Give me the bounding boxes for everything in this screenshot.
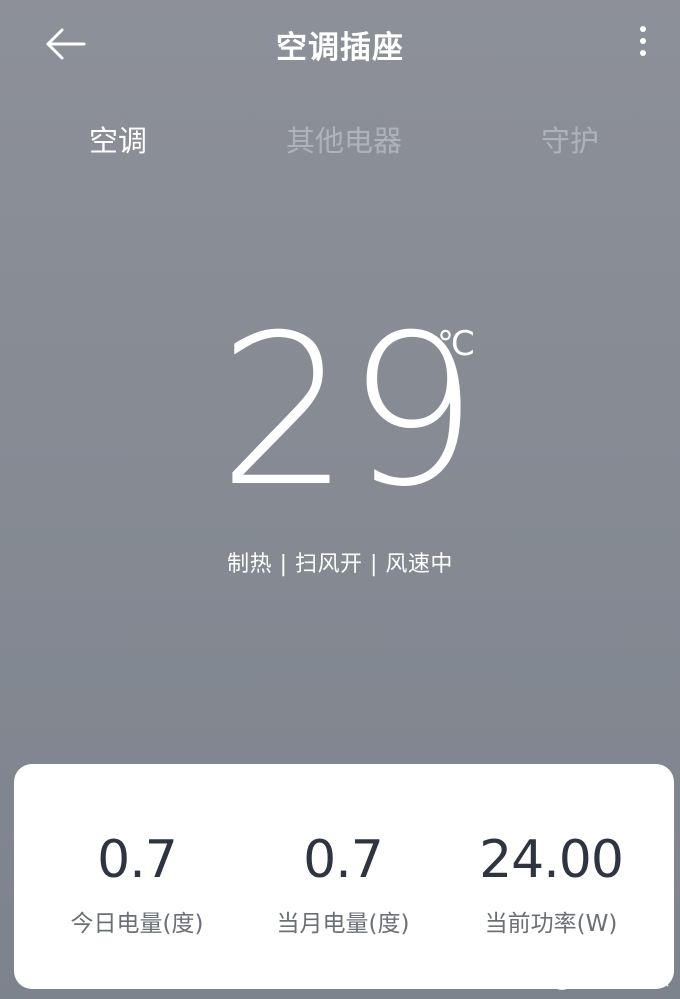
more-options-button[interactable] xyxy=(636,26,650,66)
tab-other-appliances[interactable]: 其他电器 xyxy=(264,118,424,160)
watermark-text: 什么值得买 xyxy=(580,969,670,990)
tab-air-conditioner[interactable]: 空调 xyxy=(38,118,198,160)
more-vertical-icon xyxy=(636,26,650,56)
stat-label: 今日电量(度) xyxy=(70,911,204,937)
watermark: 值 什么值得买 xyxy=(550,965,670,991)
stat-value: 24.00 xyxy=(479,830,624,890)
ac-mode-status: 制热 | 扫风开 | 风速中 xyxy=(227,552,453,577)
stat-value: 0.7 xyxy=(303,830,384,890)
temperature-display: 29 ℃ xyxy=(0,308,680,516)
stat-today-energy: 0.7 今日电量(度) xyxy=(32,830,242,938)
stat-value: 0.7 xyxy=(97,830,178,890)
stat-label: 当月电量(度) xyxy=(276,911,410,937)
page-title: 空调插座 xyxy=(276,30,404,66)
watermark-logo-icon: 值 xyxy=(550,966,574,990)
tab-guard[interactable]: 守护 xyxy=(490,118,650,160)
temperature-unit: ℃ xyxy=(437,324,476,364)
stat-current-power: 24.00 当前功率(W) xyxy=(446,830,656,938)
top-bar: 空调插座 xyxy=(0,0,680,88)
tab-bar: 空调 其他电器 守护 xyxy=(0,118,680,168)
stat-month-energy: 0.7 当月电量(度) xyxy=(238,830,448,938)
stat-label: 当前功率(W) xyxy=(484,911,618,937)
power-stats-card: 0.7 今日电量(度) 0.7 当月电量(度) 24.00 当前功率(W) xyxy=(14,764,674,989)
